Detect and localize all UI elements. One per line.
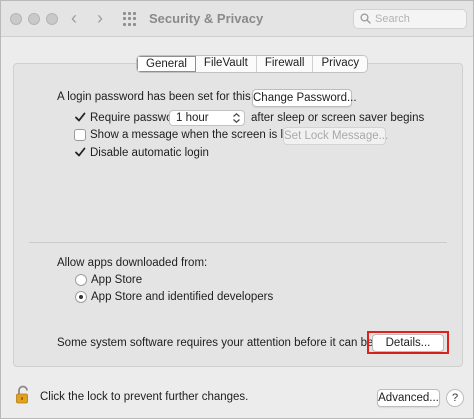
show-message-label: Show a message when the screen is locked <box>90 129 314 141</box>
help-button[interactable]: ? <box>446 389 464 407</box>
require-password-delay-select[interactable]: 1 hour <box>169 110 245 126</box>
disable-automatic-login-label: Disable automatic login <box>90 147 209 159</box>
require-password-suffix: after sleep or screen saver begins <box>251 112 425 124</box>
title-bar: ‹ › Security & Privacy <box>1 1 473 37</box>
change-password-button[interactable]: Change Password... <box>252 89 357 107</box>
security-privacy-window: ‹ › Security & Privacy General FileVault… <box>0 0 474 419</box>
tab-filevault[interactable]: FileVault <box>195 56 257 72</box>
allow-apps-heading: Allow apps downloaded from: <box>57 257 208 269</box>
unlocked-padlock-icon[interactable] <box>15 385 31 405</box>
zoom-window-button[interactable] <box>46 13 58 25</box>
forward-arrow-icon[interactable]: › <box>97 9 103 27</box>
radio-app-store-identified-developers[interactable] <box>75 291 87 303</box>
back-arrow-icon[interactable]: ‹ <box>71 9 77 27</box>
require-password-delay-value: 1 hour <box>176 112 209 124</box>
details-button[interactable]: Details... <box>372 334 444 352</box>
tab-firewall[interactable]: Firewall <box>256 56 314 72</box>
disable-automatic-login-checkbox[interactable] <box>74 146 86 158</box>
radio-app-store-identified-developers-label: App Store and identified developers <box>91 291 274 303</box>
stepper-arrows-icon <box>233 112 240 124</box>
radio-app-store-label: App Store <box>91 274 143 286</box>
general-pane <box>13 63 463 367</box>
help-icon: ? <box>451 392 459 404</box>
search-field[interactable] <box>353 9 467 29</box>
require-password-checkbox[interactable] <box>74 111 86 123</box>
set-lock-message-button[interactable]: Set Lock Message... <box>283 127 388 145</box>
tab-general[interactable]: General <box>137 56 196 72</box>
login-password-text: A login password has been set for this u… <box>57 91 277 103</box>
tab-privacy[interactable]: Privacy <box>313 56 368 72</box>
section-divider <box>29 242 447 243</box>
radio-app-store[interactable] <box>75 274 87 286</box>
search-icon <box>360 13 371 24</box>
close-window-button[interactable] <box>10 13 22 25</box>
show-all-grid-icon[interactable] <box>123 12 137 26</box>
search-input[interactable] <box>375 12 463 26</box>
minimize-window-button[interactable] <box>28 13 40 25</box>
tab-bar: General FileVault Firewall Privacy <box>136 55 369 73</box>
lock-prompt-text: Click the lock to prevent further change… <box>40 391 249 403</box>
system-software-message: Some system software requires your atten… <box>57 337 405 349</box>
advanced-button[interactable]: Advanced... <box>377 389 440 407</box>
show-message-checkbox[interactable] <box>74 129 86 141</box>
window-title: Security & Privacy <box>149 11 264 26</box>
